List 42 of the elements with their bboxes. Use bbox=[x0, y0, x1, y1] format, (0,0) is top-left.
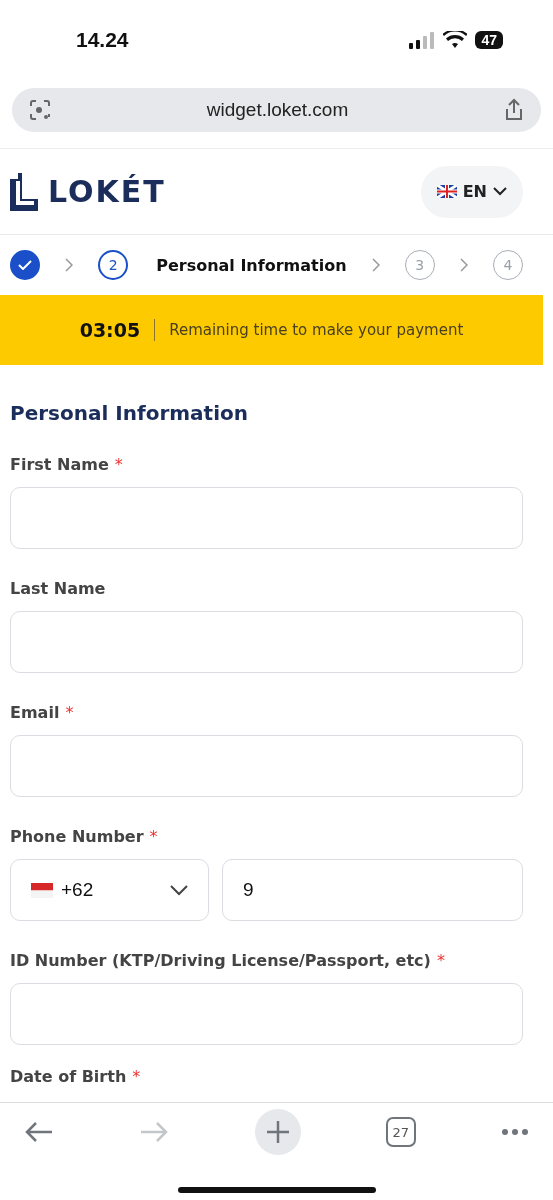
signal-icon bbox=[409, 31, 436, 49]
phone-input-field[interactable]: 9 bbox=[222, 859, 523, 921]
required-mark: * bbox=[114, 455, 123, 474]
address-bar[interactable]: widget.loket.com bbox=[12, 88, 541, 132]
field-label: Email bbox=[10, 703, 60, 722]
required-mark: * bbox=[132, 1067, 141, 1086]
chevron-right-icon bbox=[65, 258, 74, 272]
country-code: +62 bbox=[61, 879, 94, 901]
field-label: Phone Number bbox=[10, 827, 144, 846]
back-arrow-icon[interactable] bbox=[24, 1121, 54, 1143]
url-text: widget.loket.com bbox=[206, 99, 349, 121]
field-label: ID Number (KTP/Driving License/Passport, etc) bbox=[10, 951, 431, 970]
more-icon[interactable] bbox=[501, 1128, 529, 1136]
step-number: 2 bbox=[98, 250, 129, 280]
countdown: 03:05 bbox=[79, 319, 156, 341]
chevron-down-icon bbox=[493, 187, 507, 196]
tabs-button[interactable]: 27 bbox=[385, 1117, 416, 1147]
required-mark: * bbox=[65, 703, 74, 722]
section-title: Personal Information bbox=[10, 401, 249, 425]
plus-icon bbox=[266, 1121, 289, 1143]
chevron-right-icon bbox=[459, 258, 468, 272]
field-label: First Name bbox=[10, 455, 109, 474]
flag-icon bbox=[31, 882, 53, 898]
flag-icon bbox=[436, 185, 457, 198]
chevron-down-icon bbox=[170, 884, 188, 896]
battery-level: 47 bbox=[475, 31, 503, 49]
new-tab-button[interactable] bbox=[254, 1109, 301, 1155]
country-code-select[interactable]: +62 bbox=[10, 859, 209, 921]
language-selector[interactable]: EN bbox=[420, 165, 523, 218]
step-label: Personal Information bbox=[156, 255, 347, 275]
logo-text: LOKÉT bbox=[48, 174, 166, 209]
chevron-right-icon bbox=[371, 258, 380, 272]
share-icon[interactable] bbox=[503, 98, 525, 122]
required-mark: * bbox=[149, 827, 158, 846]
check-icon bbox=[18, 260, 32, 270]
required-mark: * bbox=[436, 951, 445, 970]
clock: 14.24 bbox=[76, 28, 129, 52]
camera-search-icon[interactable] bbox=[28, 98, 52, 122]
field-label: Date of Birth bbox=[10, 1067, 127, 1086]
field-label: Last Name bbox=[10, 579, 106, 598]
timer-message: Remaining time to make your payment bbox=[169, 321, 464, 339]
wifi-icon bbox=[443, 31, 468, 49]
